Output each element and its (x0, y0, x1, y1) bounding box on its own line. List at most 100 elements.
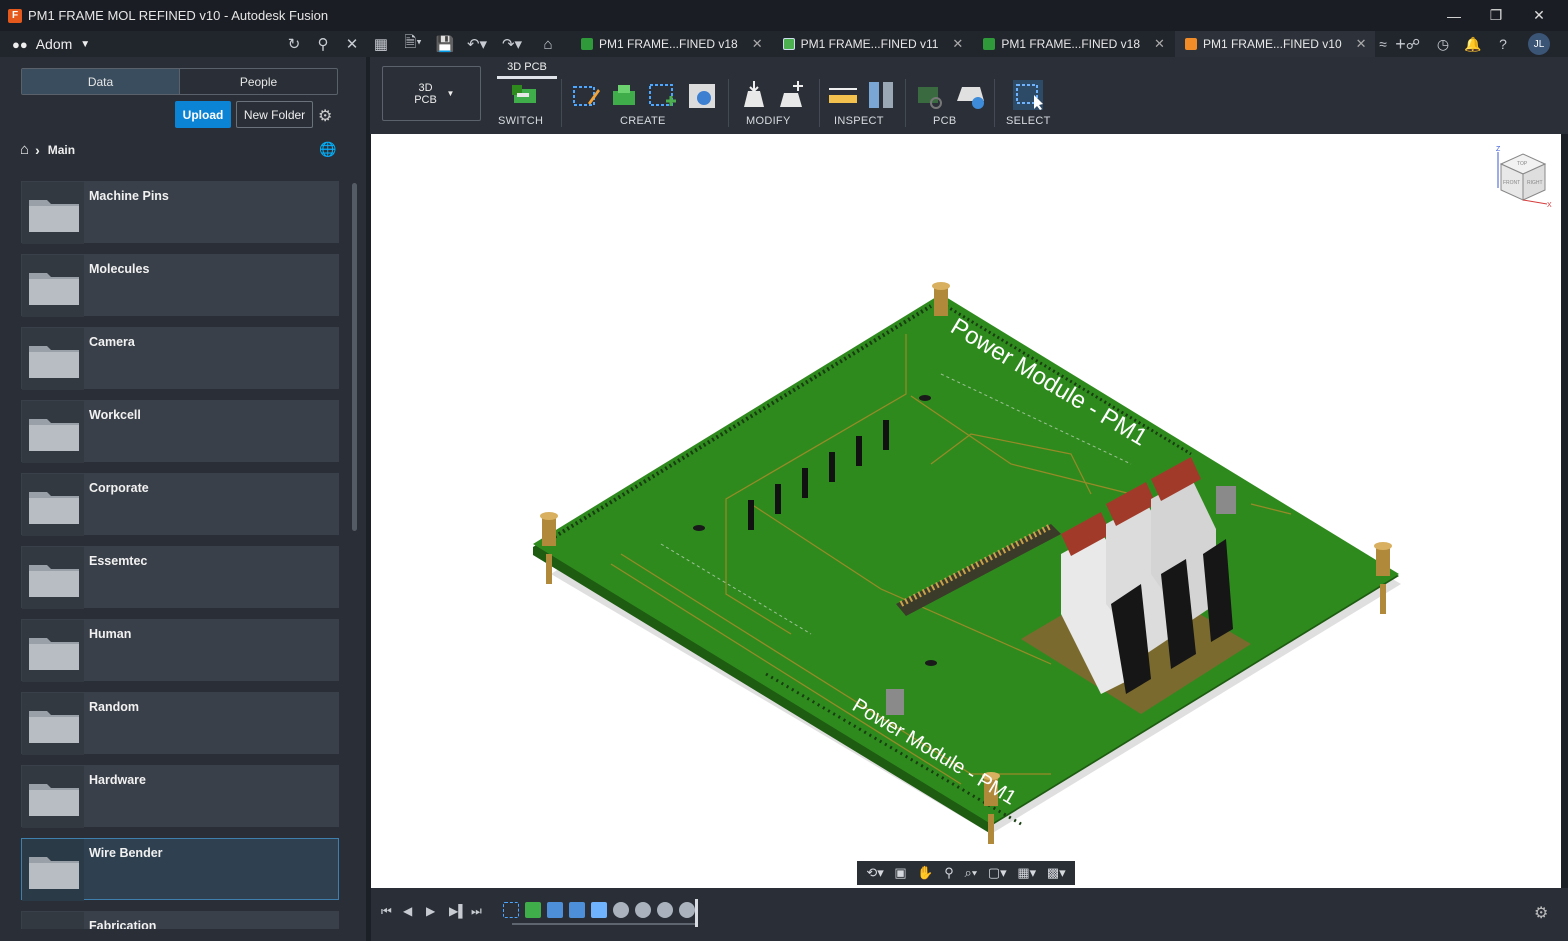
help-icon[interactable]: ? (1490, 31, 1516, 57)
step-back-icon[interactable]: ◀ (403, 904, 412, 918)
doc-tab-3[interactable]: PM1 FRAME...FINED v18 ✕ (973, 31, 1173, 57)
job-status-icon[interactable]: ◷ (1430, 31, 1456, 57)
apps-grid-icon[interactable]: ▦ (369, 32, 393, 56)
list-item[interactable]: Corporate (21, 473, 339, 536)
save-icon[interactable]: 💾 (433, 32, 457, 56)
pcb-link-icon[interactable] (914, 79, 946, 111)
viewcube[interactable]: TOP FRONT RIGHT Z X (1493, 144, 1553, 208)
list-item[interactable]: Machine Pins (21, 181, 339, 244)
switch-to-board-icon[interactable] (508, 79, 540, 111)
home-icon[interactable]: ⌂ (20, 141, 29, 158)
close-panel-icon[interactable]: ✕ (340, 32, 364, 56)
extensions-icon[interactable]: ≈ (1370, 31, 1396, 57)
close-icon[interactable]: ✕ (1518, 0, 1560, 31)
tab-people[interactable]: People (179, 69, 337, 94)
doc-tab-1[interactable]: PM1 FRAME...FINED v18 ✕ (571, 31, 771, 57)
group-modify[interactable]: MODIFY (746, 115, 791, 127)
workspace-switcher[interactable]: 3D PCB ▼ (382, 66, 481, 121)
list-item[interactable]: Workcell (21, 400, 339, 463)
redo-icon[interactable]: ↷▾ (497, 32, 527, 56)
timeline-sketch-icon[interactable] (503, 902, 519, 918)
close-tab-icon[interactable]: ✕ (952, 36, 963, 52)
notifications-icon[interactable]: 🔔 (1460, 31, 1486, 57)
pcb-3d-model[interactable]: Power Module - PM1 Power Module - PM1 (371, 134, 1561, 888)
home-icon[interactable]: ⌂ (536, 32, 560, 56)
list-item[interactable]: Random (21, 692, 339, 755)
create-box-icon[interactable] (686, 79, 718, 111)
team-selector[interactable]: ●● Adom ▼ (12, 36, 282, 52)
play-icon[interactable]: ▶ (426, 904, 435, 918)
breadcrumb: ⌂ › Main (20, 141, 75, 158)
restore-icon[interactable]: ❐ (1475, 0, 1517, 31)
minimize-icon[interactable]: — (1433, 0, 1475, 31)
list-item[interactable]: Human (21, 619, 339, 682)
online-status-icon[interactable]: ☍ (1400, 31, 1426, 57)
section-analysis-icon[interactable] (865, 79, 897, 111)
close-tab-icon[interactable]: ✕ (752, 36, 763, 52)
list-item[interactable]: Hardware (21, 765, 339, 828)
breadcrumb-main[interactable]: Main (48, 143, 75, 157)
orbit-icon[interactable]: ⟲▾ (866, 865, 883, 881)
timeline-extrude-icon[interactable] (547, 902, 563, 918)
create-sketch-icon[interactable] (570, 79, 602, 111)
step-forward-icon[interactable]: ▶▌ (449, 904, 467, 918)
list-item[interactable]: Camera (21, 327, 339, 390)
pan-icon[interactable]: ✋ (917, 865, 933, 881)
timeline-settings-gear-icon[interactable]: ⚙ (1534, 903, 1548, 923)
modify-push-icon[interactable] (738, 79, 770, 111)
timeline-marker[interactable] (695, 899, 698, 927)
doc-tab-2[interactable]: PM1 FRAME...FINED v11 ✕ (773, 31, 972, 57)
3d-viewport[interactable]: Power Module - PM1 Power Module - PM1 TO… (371, 134, 1561, 888)
look-at-icon[interactable]: ▣ (894, 865, 906, 881)
tab-3d-pcb[interactable]: 3D PCB (497, 57, 557, 79)
create-outline-icon[interactable] (646, 79, 678, 111)
close-tab-icon[interactable]: ✕ (1154, 36, 1165, 52)
group-select[interactable]: SELECT (1006, 115, 1051, 127)
group-pcb[interactable]: PCB (933, 115, 957, 127)
fit-icon[interactable]: ⌕▾ (964, 865, 977, 881)
folder-list-scrollbar[interactable] (352, 183, 357, 531)
go-to-end-icon[interactable]: ⏭ (471, 904, 482, 919)
list-item[interactable]: Fabrication (21, 911, 339, 929)
refresh-icon[interactable]: ↻ (282, 32, 306, 56)
globe-icon[interactable]: 🌐 (319, 141, 336, 158)
select-window-icon[interactable] (1012, 79, 1044, 111)
go-to-start-icon[interactable]: ⏮ (381, 904, 392, 919)
group-inspect[interactable]: INSPECT (834, 115, 884, 127)
timeline-body-icon[interactable] (679, 902, 695, 918)
list-item[interactable]: Essemtec (21, 546, 339, 609)
search-icon[interactable]: ⚲ (311, 32, 335, 56)
mounting-hole (919, 395, 931, 401)
create-component-icon[interactable] (608, 79, 640, 111)
user-avatar[interactable]: JL (1528, 33, 1550, 55)
pcb-settings-icon[interactable] (954, 79, 986, 111)
new-folder-button[interactable]: New Folder (236, 101, 313, 128)
viewports-icon[interactable]: ▩▾ (1047, 865, 1066, 881)
design-icon (1184, 38, 1197, 50)
group-switch[interactable]: SWITCH (498, 115, 543, 127)
timeline-extrude-icon[interactable] (569, 902, 585, 918)
grid-settings-icon[interactable]: ▦▾ (1017, 865, 1036, 881)
timeline-body-icon[interactable] (657, 902, 673, 918)
zoom-icon[interactable]: ⚲ (944, 865, 954, 881)
modify-move-icon[interactable] (776, 79, 808, 111)
timeline-component-icon[interactable] (525, 902, 541, 918)
list-item[interactable]: Molecules (21, 254, 339, 317)
z-axis-label: Z (1496, 146, 1501, 153)
pcb-board[interactable] (533, 294, 1399, 824)
timeline-feature-icon[interactable] (591, 902, 607, 918)
settings-gear-icon[interactable]: ⚙ (318, 106, 332, 126)
undo-icon[interactable]: ↶▾ (462, 32, 492, 56)
display-settings-icon[interactable]: ▢▾ (988, 865, 1007, 881)
list-item-selected[interactable]: Wire Bender (21, 838, 339, 901)
close-tab-icon[interactable]: ✕ (1356, 36, 1367, 52)
doc-tab-4[interactable]: PM1 FRAME...FINED v10 ✕ (1174, 31, 1375, 57)
timeline-body-icon[interactable] (635, 902, 651, 918)
timeline-body-icon[interactable] (613, 902, 629, 918)
pcb-icon (983, 38, 996, 50)
measure-icon[interactable] (827, 79, 859, 111)
tab-data[interactable]: Data (22, 69, 179, 94)
file-menu-icon[interactable]: 🗎▾ (398, 32, 428, 56)
group-create[interactable]: CREATE (620, 115, 666, 127)
upload-button[interactable]: Upload (175, 101, 231, 128)
